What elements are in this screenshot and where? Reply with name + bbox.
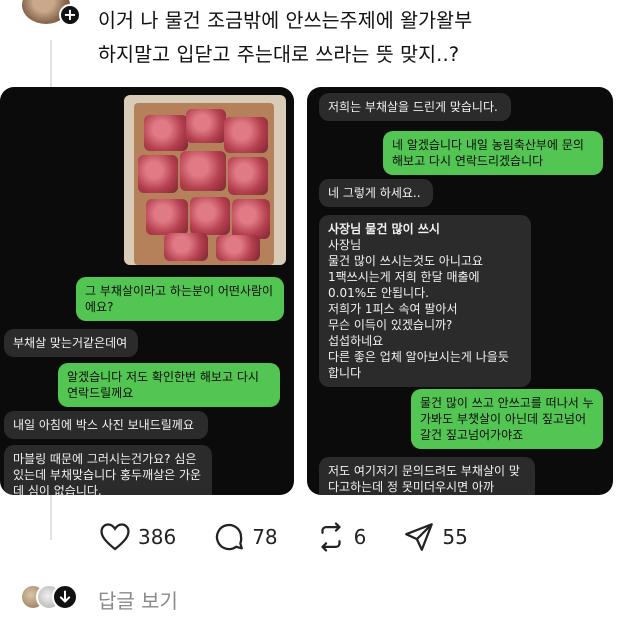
chat-bubble-outgoing: 그 부채살이라고 하는분이 어떤사람이에요?	[76, 277, 284, 321]
meat-chunk	[138, 155, 178, 193]
chat-bubble-incoming-long: 사장님 물건 많이 쓰시 사장님 물건 많이 쓰시는것도 아니고요 1팩쓰시는게…	[319, 215, 531, 387]
share-button[interactable]: 55	[402, 520, 468, 554]
chat-bubble-outgoing: 알겠습니다 저도 확인한번 해보고 다시 연락드릴께요	[58, 363, 280, 407]
plus-icon[interactable]: +	[59, 4, 81, 26]
meat-photo	[124, 95, 286, 265]
chat-bubble-incoming: 마블링 때문에 그러시는건가요? 심은 있는데 부채맞습니다 홍두깨살은 가운데…	[4, 445, 212, 495]
chat-screenshot-left[interactable]: 그 부채살이라고 하는분이 어떤사람이에요? 부채살 맞는거같은데여 알겠습니다…	[0, 87, 294, 495]
meat-chunk	[164, 233, 208, 261]
chat-screenshot-right[interactable]: 저희는 부채살을 드린게 맞습니다. 네 알겠습니다 내일 농림축산부에 문의해…	[307, 87, 613, 495]
like-button[interactable]: 386	[98, 520, 176, 554]
post-body: 이거 나 물건 조금밖에 안쓰는주제에 왈가왈부 하지말고 입닫고 주는대로 쓰…	[98, 4, 618, 72]
meat-chunk	[146, 199, 188, 235]
chat-bubble-incoming: 저희는 부채살을 드린게 맞습니다.	[319, 93, 511, 121]
meat-chunk	[224, 117, 268, 153]
like-count: 386	[138, 525, 177, 549]
chat-bubble-outgoing: 물건 많이 쓰고 안쓰고를 떠나서 누가봐도 부챗살이 아닌데 짚고넘어갈건 짚…	[411, 389, 603, 449]
repost-icon	[321, 522, 341, 552]
comment-button[interactable]: 78	[212, 520, 278, 554]
bubble-title: 사장님 물건 많이 쓰시	[328, 222, 440, 236]
view-replies-link[interactable]: 답글 보기	[98, 585, 178, 614]
post-text-line-1: 이거 나 물건 조금밖에 안쓰는주제에 왈가왈부	[98, 9, 473, 32]
send-icon	[405, 523, 434, 551]
comment-count: 78	[252, 525, 278, 549]
share-count: 55	[442, 525, 468, 549]
chat-bubble-incoming: 네 그렇게 하세요..	[319, 179, 433, 207]
meat-chunk	[232, 199, 270, 239]
repost-count: 6	[353, 525, 367, 549]
meat-chunk	[228, 157, 268, 195]
meat-chunk	[216, 235, 260, 261]
comment-icon	[216, 523, 244, 551]
meat-chunk	[190, 197, 230, 235]
bubble-body: 사장님 물건 많이 쓰시는것도 아니고요 1팩쓰시는게 저희 한달 매출에 0.…	[328, 238, 509, 380]
meat-chunk	[186, 109, 226, 143]
chat-bubble-incoming: 부채살 맞는거같은데여	[4, 329, 138, 357]
heart-icon	[100, 523, 130, 551]
post-actions: 386 78 6 55	[98, 520, 504, 554]
post-text-line-2: 하지말고 입닫고 주는대로 쓰라는 뜻 맞지..?	[98, 43, 460, 66]
arrow-down-icon	[52, 584, 78, 610]
meat-chunk	[144, 115, 188, 151]
reply-avatars[interactable]	[20, 584, 84, 612]
chat-bubble-outgoing: 네 알겠습니다 내일 농림축산부에 문의해보고 다시 연락드리겠습니다	[383, 131, 603, 175]
chat-bubble-incoming: 저도 여기저기 문의드려도 부채살이 맞다고하는데 정 못미더우시면 아까	[319, 457, 535, 495]
meat-chunk	[180, 151, 226, 191]
repost-button[interactable]: 6	[314, 520, 367, 554]
chat-bubble-incoming: 내일 아침에 박스 사진 보내드릴께요	[4, 411, 208, 439]
